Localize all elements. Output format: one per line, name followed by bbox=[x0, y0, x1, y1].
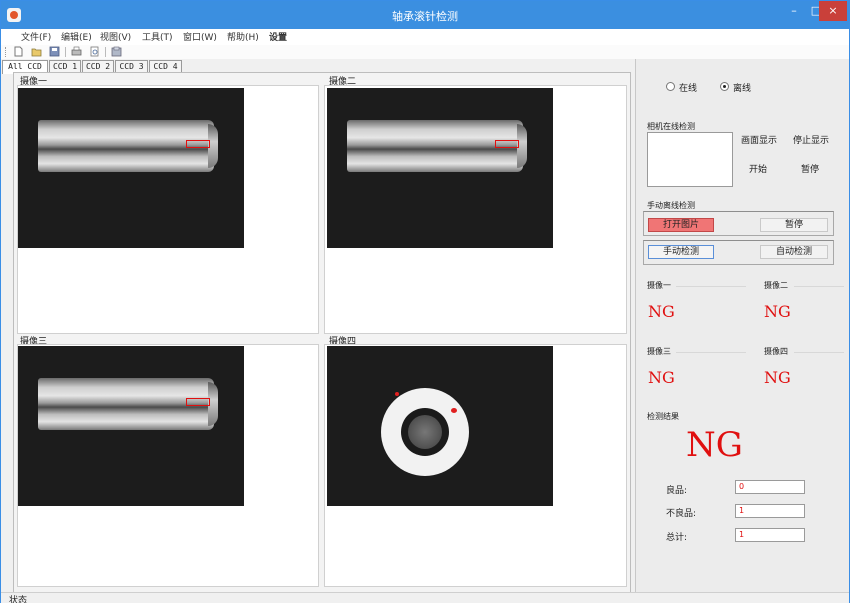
manual-offline-title: 手动离线检测 bbox=[647, 201, 695, 210]
camera-2-image bbox=[327, 88, 553, 248]
divider bbox=[676, 352, 746, 353]
defect-box bbox=[495, 140, 519, 148]
camera-4-panel bbox=[324, 344, 627, 587]
print-preview-icon[interactable] bbox=[89, 46, 100, 57]
result-camera-4-value: NG bbox=[764, 368, 791, 387]
manual-detect-button[interactable]: 手动检测 bbox=[648, 245, 714, 259]
toolbar-grip[interactable] bbox=[5, 47, 7, 57]
defect-box bbox=[186, 140, 210, 148]
main-window: 轴承滚针检测 – □ × 文件(F) 编辑(E) 视图(V) 工具(T) 窗口(… bbox=[0, 0, 850, 603]
close-button[interactable]: × bbox=[819, 1, 847, 21]
toolbar-separator bbox=[105, 47, 106, 57]
menu-help[interactable]: 帮助(H) bbox=[227, 30, 259, 43]
new-icon[interactable] bbox=[13, 46, 24, 57]
online-label: 在线 bbox=[679, 84, 698, 94]
menu-file[interactable]: 文件(F) bbox=[21, 30, 51, 43]
online-radio[interactable] bbox=[666, 82, 675, 91]
detection-result-value: NG bbox=[686, 425, 743, 465]
total-count-label: 总计: bbox=[666, 533, 688, 543]
stop-display-button[interactable]: 停止显示 bbox=[788, 134, 834, 148]
print-icon[interactable] bbox=[71, 46, 82, 57]
open-icon[interactable] bbox=[31, 46, 42, 57]
camera-2-panel bbox=[324, 85, 627, 334]
menu-tools[interactable]: 工具(T) bbox=[142, 30, 173, 43]
divider bbox=[676, 286, 746, 287]
menu-window[interactable]: 窗口(W) bbox=[183, 30, 217, 43]
result-camera-4-label: 摄像四 bbox=[764, 347, 788, 356]
offline-radio[interactable] bbox=[720, 82, 729, 91]
bad-count-field[interactable]: 1 bbox=[735, 504, 805, 518]
status-bar: 状态 bbox=[1, 592, 849, 603]
camera-1-image bbox=[18, 88, 244, 248]
bearing-core bbox=[408, 415, 442, 449]
result-camera-1-label: 摄像一 bbox=[647, 281, 671, 290]
start-button[interactable]: 开始 bbox=[742, 163, 774, 177]
toolbar-separator bbox=[65, 47, 66, 57]
display-button[interactable]: 画面显示 bbox=[738, 134, 780, 148]
result-camera-3-label: 摄像三 bbox=[647, 347, 671, 356]
good-count-field[interactable]: 0 bbox=[735, 480, 805, 494]
pause-offline-button[interactable]: 暂停 bbox=[760, 218, 828, 232]
menu-bar: 文件(F) 编辑(E) 视图(V) 工具(T) 窗口(W) 帮助(H) 设置 bbox=[1, 29, 849, 45]
camera-3-image bbox=[18, 346, 244, 506]
camera-grid: 摄像一 摄像二 摄像三 摄像四 bbox=[13, 72, 631, 593]
control-panel: 在线 离线 相机在线检测 画面显示 停止显示 开始 暂停 手动离线检测 打开图片… bbox=[635, 59, 849, 593]
camera-3-panel bbox=[17, 344, 319, 587]
toolbar bbox=[1, 45, 849, 59]
title-bar: 轴承滚针检测 – □ × bbox=[1, 1, 849, 29]
total-count-field[interactable]: 1 bbox=[735, 528, 805, 542]
result-camera-1-value: NG bbox=[648, 302, 675, 321]
camera-preview-box bbox=[647, 132, 733, 187]
divider bbox=[794, 286, 844, 287]
camera-online-title: 相机在线检测 bbox=[647, 122, 695, 131]
defect-box bbox=[186, 398, 210, 406]
result-camera-2-label: 摄像二 bbox=[764, 281, 788, 290]
menu-settings[interactable]: 设置 bbox=[269, 30, 287, 43]
open-image-button[interactable]: 打开图片 bbox=[648, 218, 714, 232]
window-title: 轴承滚针检测 bbox=[392, 10, 458, 23]
about-icon[interactable] bbox=[111, 46, 122, 57]
defect-mark bbox=[395, 392, 399, 396]
minimize-button[interactable]: – bbox=[781, 1, 807, 21]
menu-edit[interactable]: 编辑(E) bbox=[61, 30, 92, 43]
save-icon[interactable] bbox=[49, 46, 60, 57]
defect-mark bbox=[451, 408, 457, 413]
auto-detect-button[interactable]: 自动检测 bbox=[760, 245, 828, 259]
good-count-label: 良品: bbox=[666, 486, 688, 496]
bad-count-label: 不良品: bbox=[666, 509, 697, 519]
menu-view[interactable]: 视图(V) bbox=[100, 30, 131, 43]
pause-online-button[interactable]: 暂停 bbox=[794, 163, 826, 177]
offline-label: 离线 bbox=[733, 84, 752, 94]
result-camera-3-value: NG bbox=[648, 368, 675, 387]
camera-4-image bbox=[327, 346, 553, 506]
camera-1-panel bbox=[17, 85, 319, 334]
result-camera-2-value: NG bbox=[764, 302, 791, 321]
divider bbox=[794, 352, 844, 353]
detection-result-title: 检测结果 bbox=[647, 412, 679, 421]
status-text: 状态 bbox=[9, 596, 28, 603]
